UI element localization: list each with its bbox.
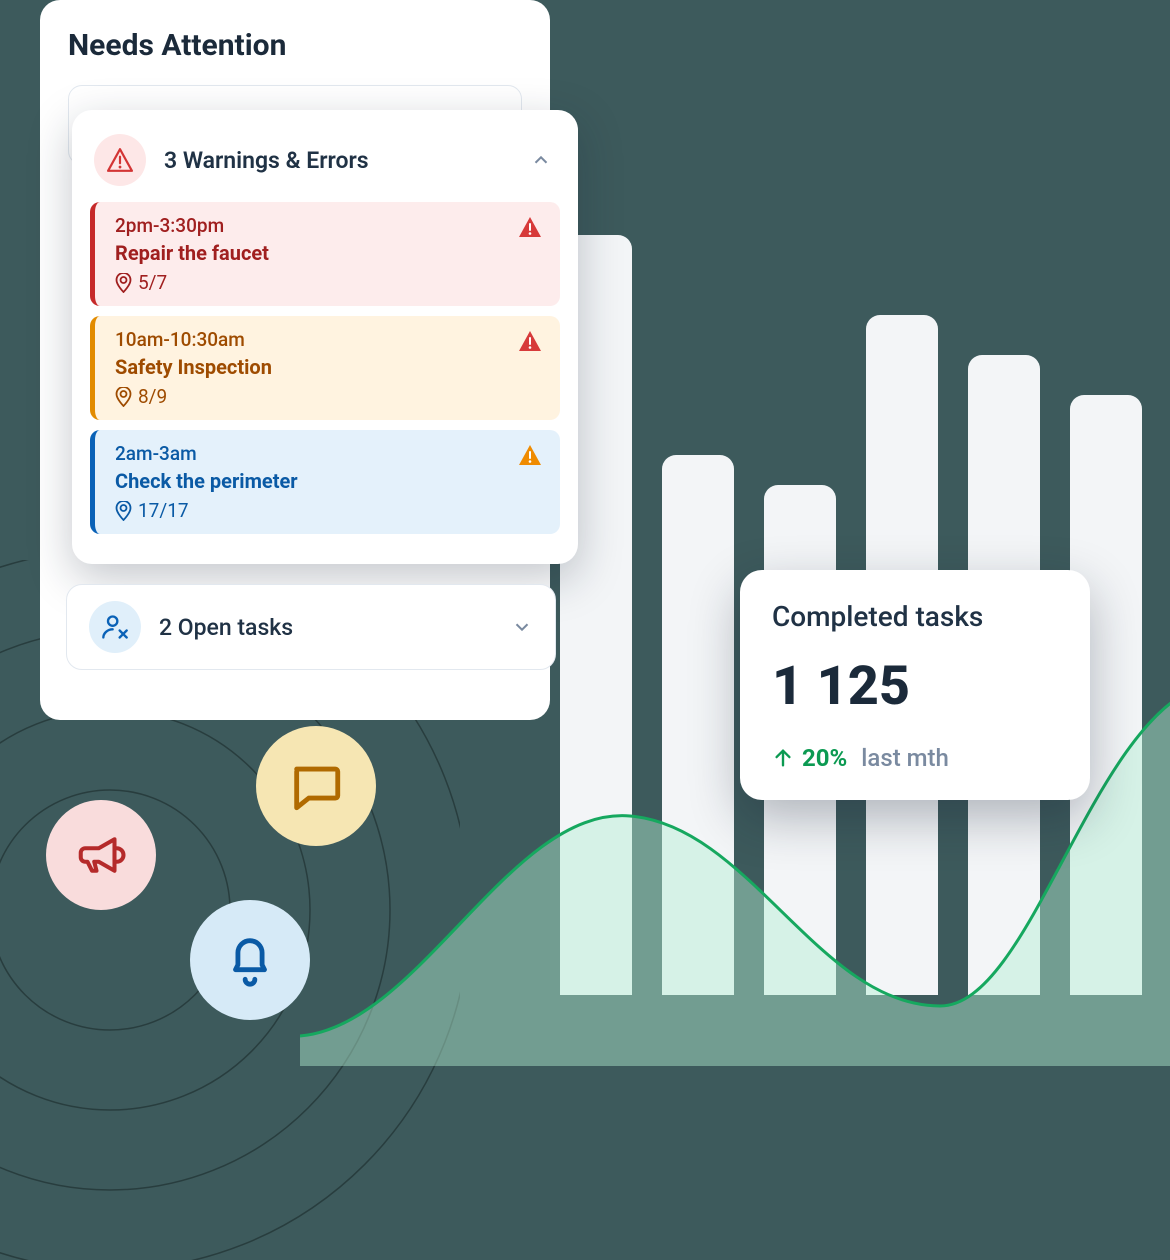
warnings-header[interactable]: 3 Warnings & Errors [90,128,560,202]
task-location: 8/9 [115,385,504,408]
open-tasks-row[interactable]: 2 Open tasks [66,584,556,670]
task-item[interactable]: 2am-3am Check the perimeter 17/17 [90,430,560,534]
trend-row: 20% last mth [772,744,1062,772]
user-x-icon [89,601,141,653]
warning-icon [94,134,146,186]
task-time: 2pm-3:30pm [115,214,504,237]
megaphone-icon [74,828,128,882]
chevron-up-icon[interactable] [530,149,552,171]
warnings-card: 3 Warnings & Errors 2pm-3:30pm Repair th… [72,110,578,564]
task-item[interactable]: 10am-10:30am Safety Inspection 8/9 [90,316,560,420]
alert-icon [518,216,542,238]
task-location: 17/17 [115,499,504,522]
task-item[interactable]: 2pm-3:30pm Repair the faucet 5/7 [90,202,560,306]
bell-icon [221,931,279,989]
task-time: 10am-10:30am [115,328,504,351]
task-title: Check the perimeter [115,469,504,493]
completed-tasks-card: Completed tasks 1 125 20% last mth [740,570,1090,800]
panel-title: Needs Attention [68,28,522,63]
open-tasks-label: 2 Open tasks [159,614,493,641]
task-location: 5/7 [115,271,504,294]
warnings-title: 3 Warnings & Errors [164,147,512,174]
chat-icon [287,757,345,815]
alert-icon [518,330,542,352]
chevron-down-icon[interactable] [511,616,533,638]
megaphone-bubble [46,800,156,910]
arrow-up-icon [772,747,794,769]
chart-bar [662,455,734,995]
task-title: Safety Inspection [115,355,504,379]
completed-value: 1 125 [772,655,1062,718]
bell-bubble [190,900,310,1020]
trend-up: 20% [772,744,847,772]
trend-period: last mth [861,744,949,772]
alert-icon [518,444,542,466]
task-title: Repair the faucet [115,241,504,265]
task-time: 2am-3am [115,442,504,465]
chat-bubble [256,726,376,846]
completed-title: Completed tasks [772,600,1062,633]
